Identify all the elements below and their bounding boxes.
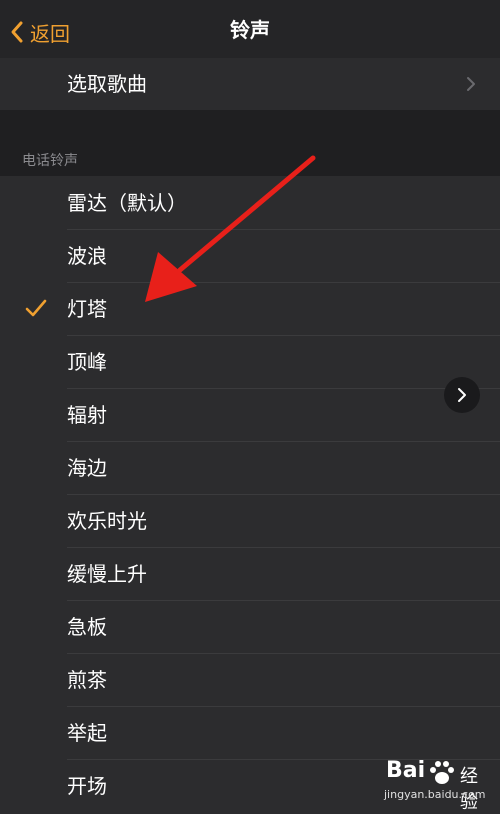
ringtone-label: 开场 bbox=[67, 774, 107, 798]
ringtone-label: 煎茶 bbox=[67, 668, 107, 692]
ringtone-row-selected[interactable]: 灯塔 bbox=[0, 283, 500, 336]
ringtone-label: 雷达（默认） bbox=[67, 191, 187, 215]
navigation-bar: 返回 铃声 bbox=[0, 0, 500, 64]
ringtone-row[interactable]: 举起 bbox=[0, 707, 500, 760]
ringtone-label: 欢乐时光 bbox=[67, 509, 147, 533]
watermark-url: jingyan.baidu.com bbox=[384, 788, 486, 801]
ringtone-row[interactable]: 煎茶 bbox=[0, 654, 500, 707]
ringtone-label: 缓慢上升 bbox=[67, 562, 147, 586]
ringtone-row[interactable]: 波浪 bbox=[0, 230, 500, 283]
ringtone-label: 海边 bbox=[67, 456, 107, 480]
ringtone-row[interactable]: 顶峰 bbox=[0, 336, 500, 389]
floating-next-button[interactable] bbox=[444, 377, 480, 413]
checkmark-icon bbox=[25, 299, 47, 317]
ringtone-label: 波浪 bbox=[67, 244, 107, 268]
baidu-jingyan-watermark: Bai 经验 jingyan.baidu.com bbox=[380, 758, 492, 813]
ringtone-row[interactable]: 缓慢上升 bbox=[0, 548, 500, 601]
paw-icon bbox=[430, 761, 454, 784]
chevron-right-icon bbox=[467, 77, 475, 91]
ringtone-row[interactable]: 欢乐时光 bbox=[0, 495, 500, 548]
pick-song-row[interactable]: 选取歌曲 bbox=[0, 58, 500, 110]
page-title: 铃声 bbox=[230, 18, 270, 42]
watermark-logo-text: Bai bbox=[386, 758, 426, 783]
ringtone-label: 辐射 bbox=[67, 403, 107, 427]
ringtone-row[interactable]: 海边 bbox=[0, 442, 500, 495]
ringtone-row[interactable]: 辐射 bbox=[0, 389, 500, 442]
ringtone-label: 顶峰 bbox=[67, 350, 107, 374]
ringtone-label: 灯塔 bbox=[67, 297, 107, 321]
pick-song-label: 选取歌曲 bbox=[67, 72, 147, 96]
ringtone-label: 举起 bbox=[67, 721, 107, 745]
ringtone-row[interactable]: 急板 bbox=[0, 601, 500, 654]
chevron-right-icon bbox=[458, 388, 466, 402]
ringtone-label: 急板 bbox=[67, 615, 107, 639]
section-header: 电话铃声 bbox=[22, 153, 78, 169]
ringtone-row[interactable]: 雷达（默认） bbox=[0, 177, 500, 230]
